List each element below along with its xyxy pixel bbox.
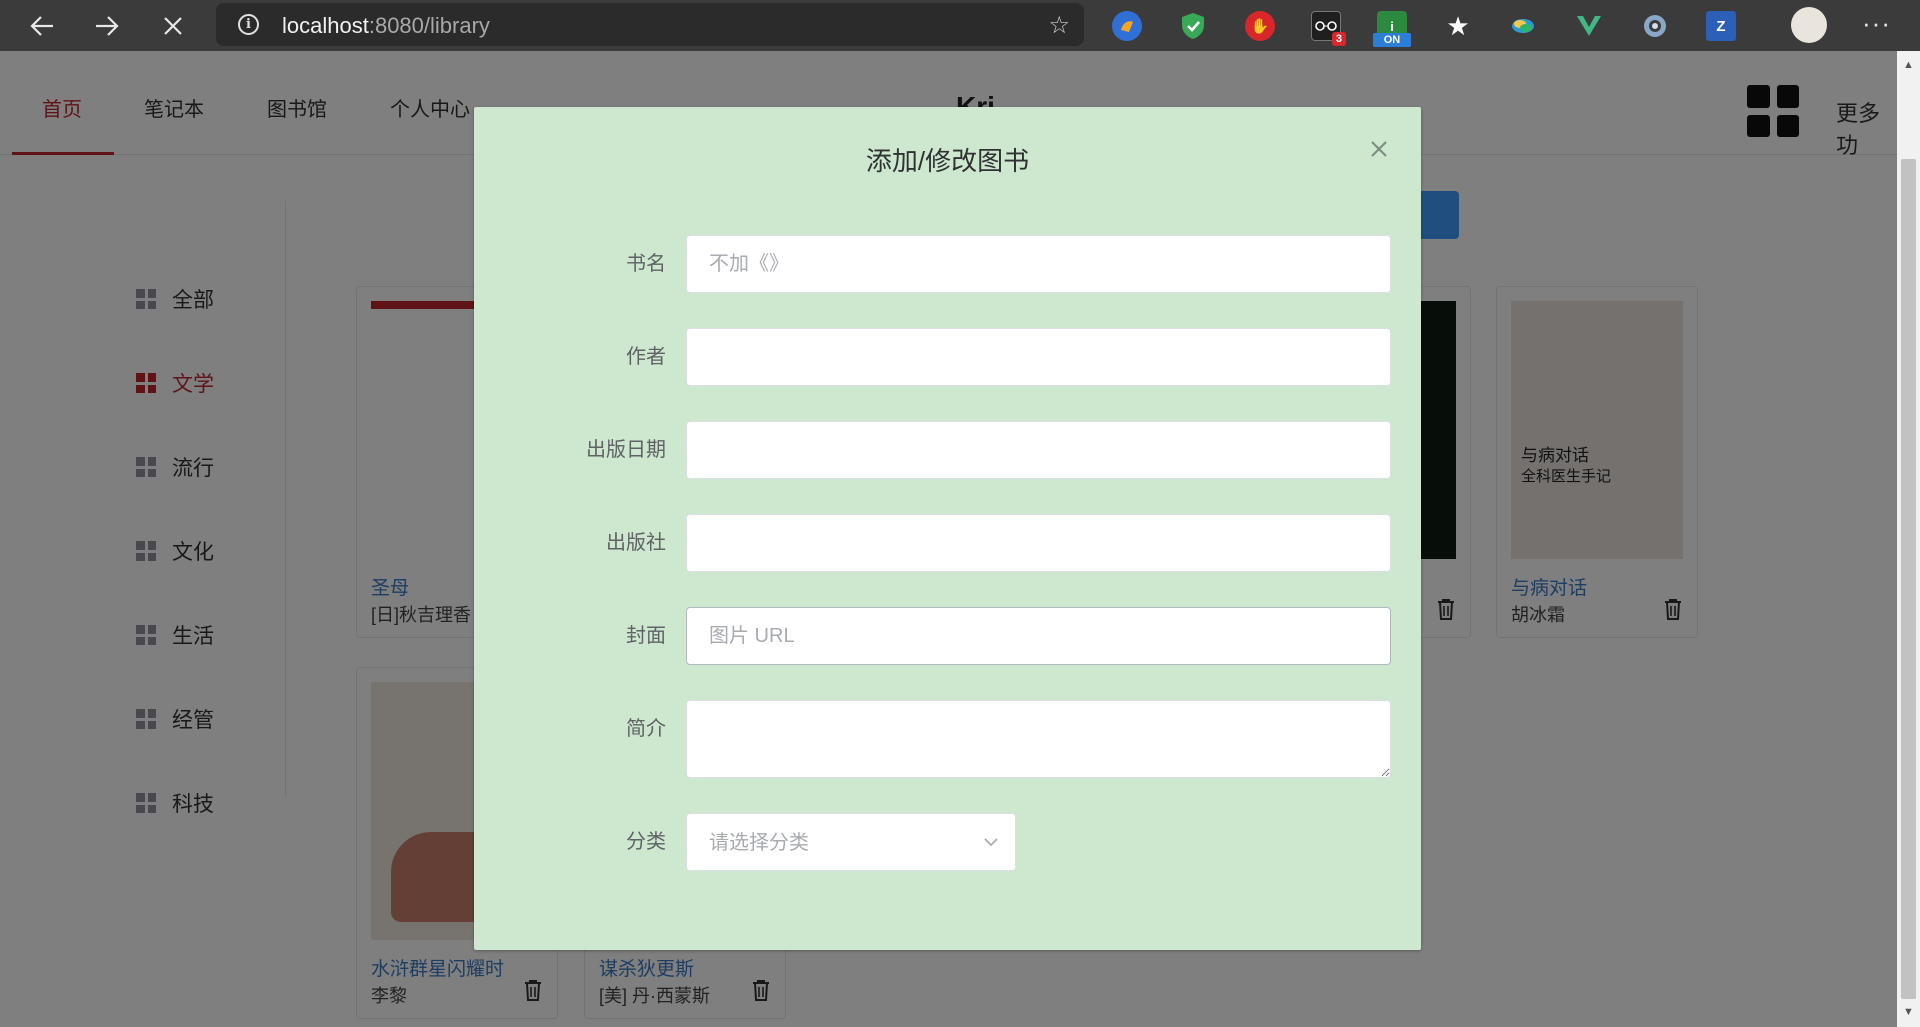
press-label: 出版社 xyxy=(606,532,666,554)
on-extension-icon[interactable]: i ON xyxy=(1373,11,1411,47)
form-row-press: 出版社 xyxy=(474,514,1421,572)
extension-badge: 3 xyxy=(1331,32,1346,46)
stop-loading-icon[interactable] xyxy=(153,6,193,46)
scroll-up-arrow-icon[interactable]: ▲ xyxy=(1903,59,1914,71)
site-info-icon[interactable]: i xyxy=(238,14,259,35)
url-host: localhost xyxy=(282,13,369,38)
category-select[interactable]: 请选择分类 xyxy=(686,813,1016,871)
address-bar[interactable]: i localhost:8080/library ☆ xyxy=(216,3,1084,46)
form-row-name: 书名 xyxy=(474,235,1421,293)
bookmark-star-icon[interactable]: ☆ xyxy=(1048,11,1070,40)
publish-date-input[interactable] xyxy=(686,421,1391,479)
category-label: 分类 xyxy=(626,831,666,853)
form-row-author: 作者 xyxy=(474,328,1421,386)
z-extension-icon[interactable]: Z xyxy=(1706,11,1736,41)
form-row-date: 出版日期 xyxy=(474,421,1421,479)
adblock-hand-icon[interactable]: ✋ xyxy=(1245,11,1275,41)
form-row-abstract: 简介 xyxy=(474,700,1421,778)
abstract-textarea[interactable] xyxy=(686,700,1391,778)
close-icon[interactable] xyxy=(1367,137,1391,161)
colorwheel-extension-icon[interactable] xyxy=(1508,11,1538,41)
circle-extension-icon[interactable] xyxy=(1640,11,1670,41)
author-label: 作者 xyxy=(626,346,666,368)
page-scrollbar[interactable]: ▲ ▼ xyxy=(1897,51,1920,1027)
chevron-down-icon xyxy=(981,832,1001,852)
book-edit-dialog: 添加/修改图书 书名 作者 出版日期 出版社 封面 简介 分类 请选择分类 xyxy=(474,107,1421,950)
abstract-label: 简介 xyxy=(626,718,666,740)
scroll-thumb[interactable] xyxy=(1901,159,1916,999)
press-input[interactable] xyxy=(686,514,1391,572)
scroll-down-arrow-icon[interactable]: ▼ xyxy=(1903,1006,1914,1018)
extension-on-badge: ON xyxy=(1373,33,1411,47)
star-extension-icon[interactable]: ★ xyxy=(1443,11,1473,41)
cover-url-input[interactable] xyxy=(686,607,1391,665)
profile-avatar[interactable] xyxy=(1791,7,1827,43)
back-icon[interactable] xyxy=(22,6,62,46)
book-name-input[interactable] xyxy=(686,235,1391,293)
author-input[interactable] xyxy=(686,328,1391,386)
form-row-category: 分类 请选择分类 xyxy=(474,813,1421,871)
extension-1-icon[interactable] xyxy=(1112,11,1142,41)
forward-icon[interactable] xyxy=(87,6,127,46)
dialog-title: 添加/修改图书 xyxy=(865,146,1030,176)
category-select-placeholder: 请选择分类 xyxy=(709,832,809,854)
browser-toolbar: i localhost:8080/library ☆ ✋ 3 i ON ★ Z … xyxy=(0,0,1920,51)
url-path: :8080/library xyxy=(368,13,490,38)
glasses-extension-icon[interactable]: 3 xyxy=(1311,11,1346,46)
cover-label: 封面 xyxy=(626,625,666,647)
vue-extension-icon[interactable] xyxy=(1574,11,1604,41)
name-label: 书名 xyxy=(626,253,666,275)
shield-extension-icon[interactable] xyxy=(1178,11,1208,41)
form-row-cover: 封面 xyxy=(474,607,1421,665)
publish-date-label: 出版日期 xyxy=(586,439,666,461)
browser-menu-icon[interactable]: ··· xyxy=(1862,8,1891,39)
url-text: localhost:8080/library xyxy=(282,13,490,39)
